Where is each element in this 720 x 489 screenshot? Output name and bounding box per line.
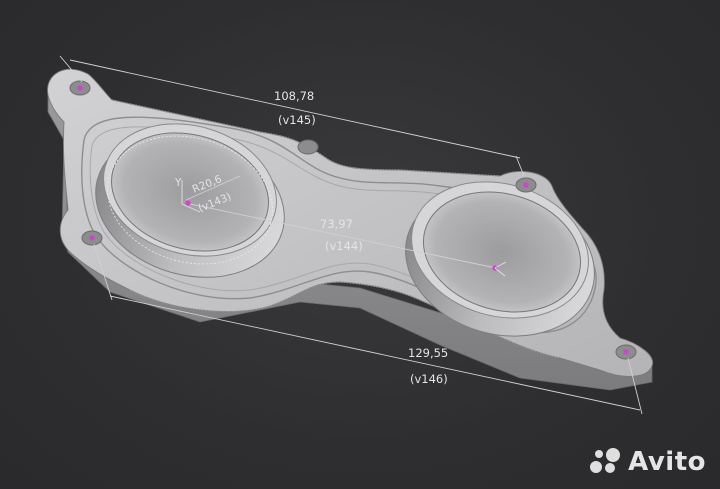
- marker-bottom-left: [89, 235, 95, 241]
- marker-bottom-right: [623, 349, 629, 355]
- watermark: Avito: [588, 447, 706, 477]
- marker-top-right: [523, 182, 529, 188]
- bolt-hole-top-center: [297, 139, 319, 155]
- dim-bottom-ref: (v146): [410, 372, 448, 386]
- dim-top-ref: (v145): [278, 113, 316, 127]
- dim-middle-value[interactable]: 73,97: [320, 217, 353, 231]
- avito-logo-icon: [590, 448, 621, 473]
- axis-y-label: Y: [174, 177, 182, 189]
- dim-middle-ref: (v144): [325, 239, 363, 253]
- marker-top-left: [77, 85, 83, 91]
- marker-left-center: [185, 200, 191, 206]
- cad-viewport[interactable]: Y 108,78 (v145) 73,97 (v144) 129,55 (v14…: [0, 0, 720, 489]
- dim-bottom-value[interactable]: 129,55: [408, 346, 448, 360]
- cad-3d-scene[interactable]: Y 108,78 (v145) 73,97 (v144) 129,55 (v14…: [0, 0, 720, 489]
- dim-top-value[interactable]: 108,78: [274, 89, 314, 103]
- watermark-text: Avito: [628, 447, 706, 477]
